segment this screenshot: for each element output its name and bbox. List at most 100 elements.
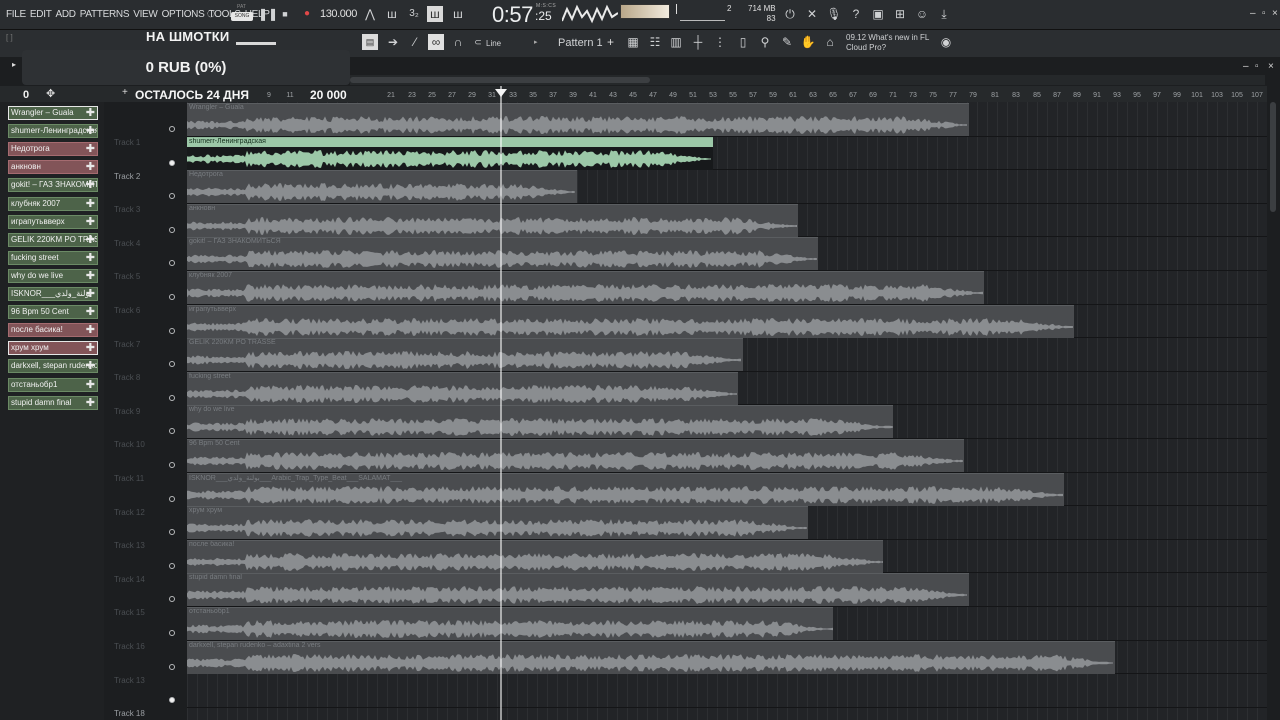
pause-icon[interactable]: ❚❚ <box>258 6 278 22</box>
track-label[interactable]: Track 14 <box>114 575 145 584</box>
add-clip-icon[interactable]: ✚ <box>86 379 95 391</box>
add-clip-icon[interactable]: ✚ <box>86 143 95 155</box>
collapse-arrow-icon[interactable]: ▸ <box>12 60 16 69</box>
download-icon[interactable]: ⤓ <box>936 6 952 22</box>
document-icon[interactable]: ▯ <box>735 34 751 50</box>
save-icon[interactable]: ▣ <box>870 6 886 22</box>
tempo-display[interactable]: 130.000 <box>320 8 357 20</box>
browser-clip-item[interactable]: fucking street ✚ <box>8 250 98 265</box>
menu-patterns[interactable]: PATTERNS <box>80 9 130 20</box>
wait-input-icon[interactable]: ш <box>384 6 400 22</box>
audio-clip[interactable]: анкновн <box>187 203 798 237</box>
track-enable-toggle[interactable] <box>169 663 175 670</box>
record-icon[interactable]: ● <box>299 6 315 22</box>
audio-clip[interactable]: GELIK 220KM PO TRASSE <box>187 338 743 372</box>
track-label[interactable]: Track 5 <box>114 272 140 281</box>
browser-clip-item[interactable]: ISKNOR___بولنة_ولدي ✚ <box>8 287 98 301</box>
menu-options[interactable]: OPTIONS <box>162 9 205 20</box>
audio-clip[interactable]: хрум хрум <box>187 506 809 540</box>
playlist-close-icon[interactable]: × <box>1268 61 1274 72</box>
add-clip-icon[interactable]: ✚ <box>86 216 95 228</box>
pattern-selector[interactable]: Pattern 1 <box>558 37 603 49</box>
mode-pat-label[interactable]: PAT <box>237 4 246 10</box>
add-clip-icon[interactable]: ✚ <box>86 198 95 210</box>
vertical-scroll-thumb[interactable] <box>1270 102 1276 212</box>
audio-clip[interactable]: клубняк 2007 <box>187 271 984 304</box>
blend-notes-icon[interactable]: ш <box>427 6 443 22</box>
pin-icon[interactable]: ✎ <box>779 34 795 50</box>
menu-add[interactable]: ADD <box>56 9 77 20</box>
help-icon[interactable]: ? <box>848 6 864 22</box>
browser-clip-item[interactable]: darkxell, stepan rudenko ✚ <box>8 359 98 374</box>
countdown-icon[interactable]: 3₂ <box>406 6 422 22</box>
browser-clip-item[interactable]: gokit! – ГАЗ ЗНАКОМИТЬСЯ✚ <box>8 178 98 193</box>
add-clip-icon[interactable]: ✚ <box>86 288 95 300</box>
playlist-icon[interactable]: ▦ <box>625 34 641 50</box>
cart-icon[interactable]: ⌂ <box>822 34 838 50</box>
track-enable-toggle[interactable] <box>169 361 175 368</box>
track-label[interactable]: Track 12 <box>114 508 145 517</box>
track-label[interactable]: Track 13 <box>114 676 145 685</box>
horizontal-scrollbar[interactable] <box>350 75 1265 85</box>
add-clip-icon[interactable]: ✚ <box>86 397 95 409</box>
track-label[interactable]: Track 16 <box>114 642 145 651</box>
track-label[interactable]: Track 11 <box>114 474 144 483</box>
add-clip-icon[interactable]: ✚ <box>86 161 95 173</box>
channel-rack-icon[interactable]: ▥ <box>668 34 684 50</box>
add-clip-icon[interactable]: ✚ <box>86 234 95 246</box>
loop-record-icon[interactable]: ш <box>450 6 466 22</box>
add-pattern-icon[interactable]: + <box>607 35 614 49</box>
track-enable-toggle[interactable] <box>169 529 175 536</box>
track-label[interactable]: Track 3 <box>114 205 140 214</box>
browser-icon[interactable]: ⋮ <box>712 34 728 50</box>
mixer-view-icon[interactable]: ┼ <box>690 34 706 50</box>
browser-clip-item[interactable]: хрум хрум ✚ <box>8 341 98 356</box>
track-enable-toggle[interactable] <box>169 260 175 267</box>
globe-icon[interactable]: ◉ <box>938 34 954 50</box>
magnet-icon[interactable]: ∩ <box>450 34 466 50</box>
track-label[interactable]: Track 13 <box>114 541 145 550</box>
menu-view[interactable]: VIEW <box>133 9 158 20</box>
paint-icon[interactable]: ⁄ <box>407 34 423 50</box>
track-enable-toggle[interactable] <box>169 394 175 401</box>
browser-clip-item[interactable]: отстаньобр1 ✚ <box>8 377 98 392</box>
track-enable-toggle[interactable] <box>169 193 175 200</box>
add-marker-icon[interactable]: + <box>122 87 128 98</box>
restore-icon[interactable]: ▫ <box>1262 8 1266 19</box>
add-clip-icon[interactable]: ✚ <box>86 342 95 354</box>
browser-clip-item[interactable]: Wrangler – Guala ✚ <box>8 106 98 120</box>
move-icon[interactable]: ✥ <box>46 87 55 100</box>
track-label[interactable]: Track 7 <box>114 340 140 349</box>
plugin-icon[interactable]: ⚲ <box>757 34 773 50</box>
audio-clip[interactable]: ISKNOR___بولنة_ولدي___Arabic_Trap_Type_B… <box>187 472 1065 506</box>
master-volume-slider[interactable] <box>680 20 725 21</box>
browser-clip-item[interactable]: после басика! ✚ <box>8 323 98 338</box>
track-label[interactable]: Track 6 <box>114 306 140 315</box>
track-enable-toggle[interactable] <box>169 596 175 603</box>
add-clip-icon[interactable]: ✚ <box>86 324 95 336</box>
power-icon[interactable]: ⏻ <box>782 6 798 22</box>
close-icon[interactable]: × <box>1272 8 1278 19</box>
browser-clip-item[interactable]: Недотрога ✚ <box>8 142 98 157</box>
track-label[interactable]: Track 4 <box>114 239 140 248</box>
microphone-icon[interactable]: 🎙 <box>826 6 842 22</box>
audio-clip[interactable]: Недотрога <box>187 170 577 204</box>
audio-clip[interactable]: 96 Bpm 50 Cent <box>187 439 964 472</box>
mixer-icon[interactable]: ⊞ <box>892 6 908 22</box>
minimize-icon[interactable]: – <box>1250 8 1256 19</box>
browser-clip-item[interactable]: играпутьвверх ✚ <box>8 214 98 229</box>
browser-clip-item[interactable]: shumerr-Ленинградская ✚ <box>8 124 98 139</box>
menu-file[interactable]: FILE <box>6 9 26 20</box>
playhead-marker[interactable] <box>495 89 507 97</box>
stop-icon[interactable]: ■ <box>277 6 293 22</box>
audio-clip[interactable]: отстаньобр1 <box>187 607 834 640</box>
audio-clip[interactable]: fucking street <box>187 371 738 405</box>
vertical-scrollbar[interactable] <box>1267 86 1280 720</box>
add-clip-icon[interactable]: ✚ <box>86 125 95 137</box>
playlist-minimize-icon[interactable]: – <box>1243 61 1249 72</box>
touch-icon[interactable]: ✋ <box>800 34 816 50</box>
track-label[interactable]: Track 10 <box>114 440 145 449</box>
add-clip-icon[interactable]: ✚ <box>86 179 95 191</box>
playhead-line[interactable] <box>500 86 502 720</box>
horizontal-scroll-thumb[interactable] <box>350 77 650 83</box>
